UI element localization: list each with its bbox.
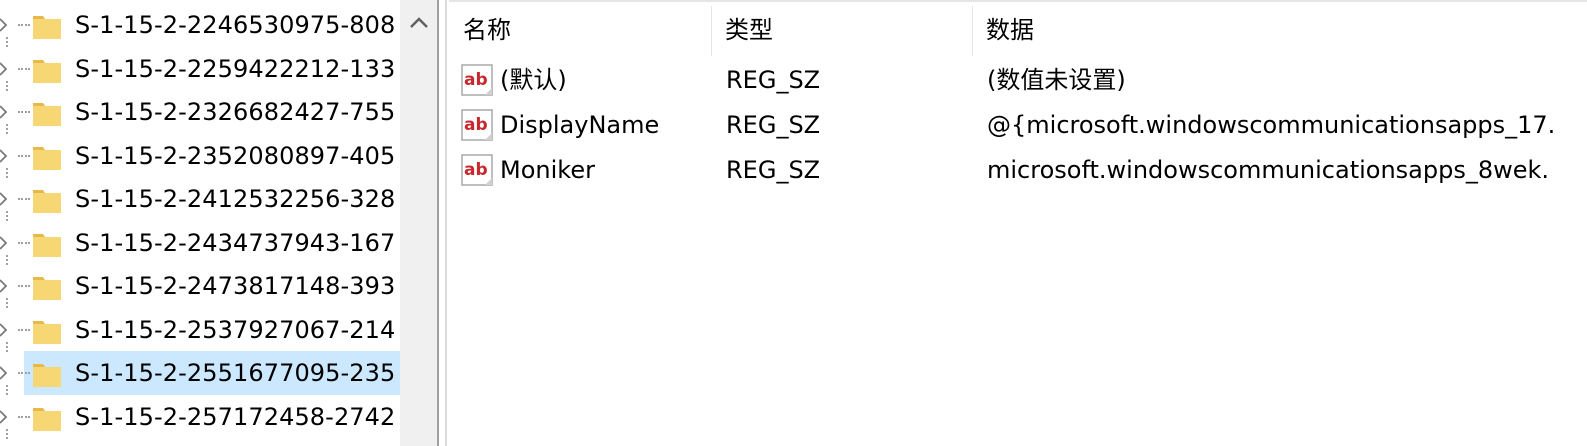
chevron-right-icon[interactable]: [0, 189, 12, 209]
svg-text:ab: ab: [464, 160, 488, 180]
tree-connector: [6, 37, 10, 47]
tree-connector: [18, 111, 30, 115]
tree-item-key[interactable]: S-1-15-2-2246530975-808: [0, 3, 400, 47]
chevron-right-icon[interactable]: [0, 146, 12, 166]
chevron-right-icon[interactable]: [0, 276, 12, 296]
tree-connector: [18, 328, 30, 333]
folder-icon: [33, 59, 61, 83]
chevron-right-icon[interactable]: [0, 233, 12, 253]
folder-icon: [33, 190, 61, 213]
value-name: Moniker: [500, 156, 595, 184]
tree-item-key[interactable]: S-1-15-2-2352080897-405: [0, 134, 400, 178]
tree-connector: [18, 67, 30, 72]
tree-item-label: S-1-15-2-2434737943-167: [75, 228, 396, 257]
value-data: (数值未设置): [987, 66, 1126, 94]
tree-vertical-scrollbar[interactable]: [400, 0, 437, 446]
chevron-right-icon[interactable]: [0, 363, 12, 383]
tree-connector: [18, 154, 30, 159]
folder-icon: [33, 320, 61, 344]
tree-item-label: S-1-15-2-2551677095-235: [75, 359, 396, 387]
folder-icon: [33, 16, 61, 39]
value-type: REG_SZ: [726, 66, 821, 94]
tree-item-key[interactable]: S-1-15-2-2537927067-214: [0, 308, 400, 352]
pane-splitter[interactable]: [437, 0, 449, 446]
registry-editor-window: S-1-15-2-2246530975-808 S-1-15-2-22594222…: [0, 0, 1587, 446]
value-name: (默认): [500, 66, 567, 94]
tree-item-key[interactable]: S-1-15-2-2326682427-755: [0, 90, 400, 134]
value-data: @{microsoft.windowscommunicationsapps_17…: [987, 111, 1556, 139]
chevron-right-icon[interactable]: [0, 59, 12, 79]
tree-connector: [18, 198, 30, 202]
value-type: REG_SZ: [726, 111, 821, 139]
tree-item-key[interactable]: S-1-15-2-257172458-2742: [0, 395, 400, 439]
value-type: REG_SZ: [726, 156, 821, 184]
tree-connector: [18, 24, 30, 28]
tree-item-label: S-1-15-2-2326682427-755: [75, 98, 396, 126]
tree-item-key[interactable]: S-1-15-2-2412532256-328: [0, 177, 400, 221]
tree-connector: [6, 80, 10, 91]
tree-item-key[interactable]: S-1-15-2-2434737943-167: [0, 221, 400, 265]
tree-connector: [6, 254, 10, 265]
tree-item-label: S-1-15-2-2473817148-393: [75, 272, 396, 300]
value-name: DisplayName: [500, 111, 660, 139]
folder-icon: [33, 103, 61, 126]
value-row[interactable]: ab (默认) REG_SZ (数值未设置): [449, 57, 1587, 103]
value-row[interactable]: ab DisplayName REG_SZ @{microsoft.window…: [449, 102, 1587, 148]
tree-connector: [6, 124, 10, 134]
list-header: 名称 类型 数据: [449, 0, 1587, 56]
tree-connector: [6, 167, 10, 178]
column-header-data[interactable]: 数据: [972, 2, 1587, 58]
tree-item-label: S-1-15-2-2352080897-405: [75, 141, 396, 170]
tree-connector: [18, 372, 30, 376]
tree-connector: [18, 415, 30, 420]
tree-item-label: S-1-15-2-2246530975-808: [75, 11, 396, 39]
tree-item-label: S-1-15-2-257172458-2742: [75, 402, 396, 431]
svg-text:ab: ab: [464, 115, 488, 135]
tree-item-label: S-1-15-2-2412532256-328: [75, 185, 396, 213]
svg-text:ab: ab: [464, 70, 488, 90]
registry-key-tree[interactable]: S-1-15-2-2246530975-808 S-1-15-2-22594222…: [0, 0, 400, 446]
tree-connector: [6, 211, 10, 221]
column-header-type[interactable]: 类型: [711, 2, 972, 58]
chevron-up-icon[interactable]: [406, 10, 432, 36]
tree-item-key[interactable]: S-1-15-2-2551677095-235: [0, 351, 400, 395]
pane-splitter-line: [445, 0, 447, 446]
value-data: microsoft.windowscommunicationsapps_8wek…: [987, 156, 1550, 184]
string-value-icon: ab: [461, 154, 493, 186]
chevron-right-icon[interactable]: [0, 407, 12, 427]
chevron-right-icon[interactable]: [0, 15, 12, 35]
string-value-icon: ab: [461, 64, 493, 96]
column-header-name[interactable]: 名称: [449, 2, 711, 58]
folder-icon: [33, 364, 61, 387]
chevron-right-icon[interactable]: [0, 320, 12, 340]
string-value-icon: ab: [461, 109, 493, 141]
registry-values-list[interactable]: 名称 类型 数据 ab (默认) REG_SZ (数值未设置) ab Displ…: [449, 0, 1587, 446]
chevron-right-icon[interactable]: [0, 102, 12, 122]
tree-item-label: S-1-15-2-2537927067-214: [75, 315, 396, 344]
tree-connector: [6, 428, 10, 439]
tree-item-label: S-1-15-2-2259422212-133: [75, 54, 396, 83]
tree-connector: [18, 241, 30, 246]
value-row[interactable]: ab Moniker REG_SZ microsoft.windowscommu…: [449, 147, 1587, 193]
tree-connector: [6, 385, 10, 395]
tree-connector: [6, 298, 10, 308]
folder-icon: [33, 277, 61, 300]
folder-icon: [33, 146, 61, 170]
tree-item-key[interactable]: S-1-15-2-2473817148-393: [0, 264, 400, 308]
tree-item-key[interactable]: S-1-15-2-2259422212-133: [0, 47, 400, 91]
folder-icon: [33, 233, 61, 257]
tree-connector: [6, 341, 10, 352]
tree-connector: [18, 285, 30, 289]
folder-icon: [33, 407, 61, 431]
